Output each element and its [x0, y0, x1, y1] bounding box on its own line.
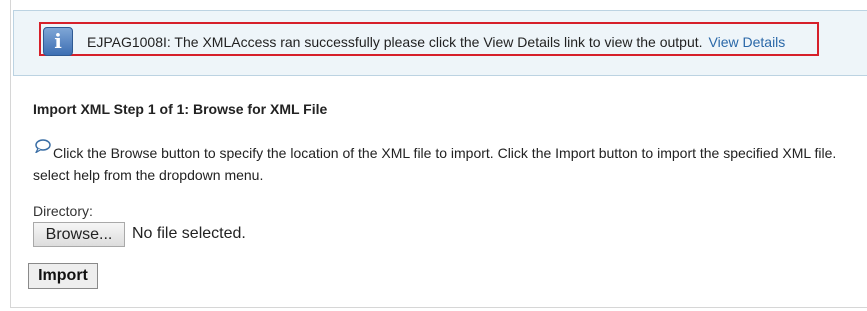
view-details-link[interactable]: View Details [709, 34, 786, 50]
file-status-text: No file selected. [132, 225, 246, 242]
directory-label: Directory: [33, 203, 93, 219]
browse-button[interactable]: Browse... [33, 222, 125, 247]
help-text-line-2: select help from the dropdown menu. [33, 167, 264, 183]
import-button[interactable]: Import [28, 263, 98, 289]
status-message-text: EJPAG1008I: The XMLAccess ran successful… [87, 34, 703, 50]
help-text-line-1: Click the Browse button to specify the l… [53, 145, 837, 161]
status-message: EJPAG1008I: The XMLAccess ran successful… [87, 33, 785, 51]
step-title: Import XML Step 1 of 1: Browse for XML F… [33, 101, 328, 117]
speech-bubble-icon [35, 139, 51, 153]
info-icon: i [43, 27, 73, 56]
